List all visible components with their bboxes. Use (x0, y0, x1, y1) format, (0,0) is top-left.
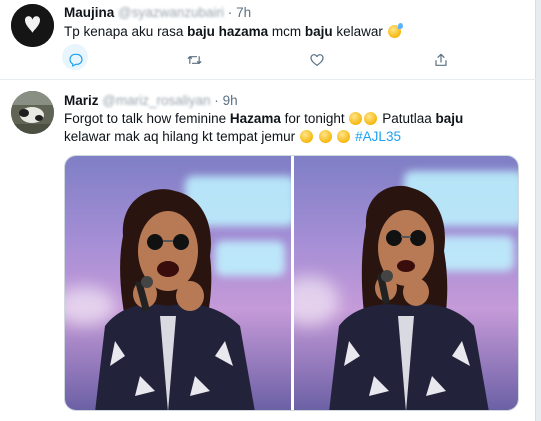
text-segment: mcm (268, 24, 305, 39)
tweet-text: Forgot to talk how feminine Hazama for t… (64, 110, 463, 146)
tweet-1[interactable]: Maujina @syazwanzubairi · 7h Tp kenapa a… (0, 0, 536, 80)
display-name[interactable]: Mariz (64, 93, 99, 108)
highlighted-keyword: baju (435, 111, 464, 126)
text-segment: for tonight (280, 111, 345, 126)
text-line: kelawar mak aq hilang kt tempat jemur #A… (64, 128, 463, 146)
retweet-button[interactable] (179, 50, 209, 70)
sweat-smile-emoji (387, 23, 403, 38)
separator-dot: · (214, 93, 219, 108)
relieved-emoji (318, 130, 332, 143)
tweet-header: Maujina @syazwanzubairi · 7h (64, 5, 251, 20)
photo-right[interactable] (294, 156, 518, 410)
tweet-actions (61, 44, 464, 70)
avatar[interactable] (11, 91, 54, 134)
smirk-emoji (349, 112, 363, 125)
tweet-text: Tp kenapa aku rasa baju hazama mcm baju … (64, 23, 403, 41)
text-segment: Patutlaa (382, 111, 436, 126)
hashtag-link[interactable]: #AJL35 (355, 129, 401, 144)
like-icon (310, 54, 324, 66)
highlighted-keyword: baju (304, 24, 333, 39)
display-name[interactable]: Maujina (64, 5, 114, 20)
text-line: Forgot to talk how feminine Hazama for t… (64, 110, 463, 128)
tweet-media[interactable] (64, 155, 519, 411)
tweet-header: Mariz @mariz_rosaliyan · 9h (64, 93, 238, 108)
highlighted-keyword: baju hazama (187, 24, 269, 39)
user-handle[interactable]: @mariz_rosaliyan (102, 93, 210, 108)
singer-figure (329, 185, 489, 410)
smirk-emoji (364, 112, 378, 125)
user-handle[interactable]: @syazwanzubairi (118, 5, 224, 20)
share-icon (435, 53, 447, 66)
photo-left[interactable] (65, 156, 291, 410)
reply-button[interactable] (61, 44, 91, 70)
text-segment: Forgot to talk how feminine (64, 111, 230, 126)
timestamp[interactable]: 7h (236, 5, 251, 20)
text-segment: Tp kenapa aku rasa (64, 24, 188, 39)
separator-dot: · (227, 5, 233, 20)
relieved-emoji (337, 130, 351, 143)
retweet-icon (187, 56, 201, 64)
singer-figure (95, 189, 255, 410)
share-button[interactable] (426, 50, 456, 70)
avatar[interactable] (11, 4, 54, 47)
highlighted-keyword: Hazama (229, 111, 281, 126)
text-segment: kelawar (332, 24, 383, 39)
timestamp[interactable]: 9h (223, 93, 238, 108)
text-segment: kelawar mak aq hilang kt tempat jemur (64, 129, 296, 144)
reply-icon (69, 53, 83, 67)
like-button[interactable] (302, 50, 332, 70)
timeline: Maujina @syazwanzubairi · 7h Tp kenapa a… (0, 0, 536, 421)
relieved-emoji (299, 130, 313, 143)
